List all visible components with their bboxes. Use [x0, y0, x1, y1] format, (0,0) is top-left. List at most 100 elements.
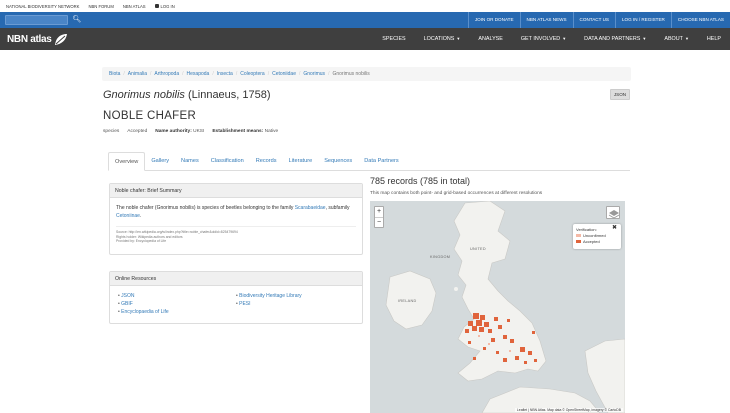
contact-link[interactable]: CONTACT US [572, 12, 615, 28]
nav-item-help[interactable]: HELP [698, 28, 730, 50]
breadcrumb-separator: / [123, 71, 125, 77]
json-button[interactable]: JSON [610, 89, 630, 100]
name-authority-label: Name authority: [155, 129, 192, 134]
legend-swatch-unconfirmed [576, 234, 581, 238]
occurrence-map[interactable]: KINGDOM IRELAND UNITED + − ✖ Verificatio… [370, 201, 625, 413]
nav-item-get-involved[interactable]: GET INVOLVED ▼ [512, 28, 575, 50]
summary-text-3: . [139, 213, 142, 219]
choose-atlas-link[interactable]: CHOOSE NBN ATLAS [670, 12, 730, 28]
summary-heading: Noble chafer: Brief Summary [110, 184, 362, 198]
legend-close-icon[interactable]: ✖ [612, 225, 617, 231]
tab-literature[interactable]: Literature [283, 152, 319, 171]
taxon-meta: species Accepted Name authority: UKSI Es… [103, 129, 278, 134]
resource-pesi-link[interactable]: PESI [239, 301, 250, 307]
zoom-in-button[interactable]: + [375, 207, 383, 217]
taxon-authority: (Linnaeus, 1758) [187, 89, 271, 101]
map-label-kingdom: KINGDOM [430, 255, 451, 259]
breadcrumb-item[interactable]: Insecta [217, 71, 233, 77]
breadcrumb-item[interactable]: Animalia [128, 71, 147, 77]
breadcrumb-item[interactable]: Gnorimus [303, 71, 325, 77]
page-title: Gnorimus nobilis (Linnaeus, 1758) [103, 89, 271, 101]
tab-classification[interactable]: Classification [205, 152, 250, 171]
nav-item-locations[interactable]: LOCATIONS ▼ [415, 28, 470, 50]
nav-item-about[interactable]: ABOUT ▼ [655, 28, 698, 50]
summary-text: The noble chafer (Gnorimus nobilis) is s… [110, 198, 362, 220]
nav-item-label: SPECIES [382, 36, 406, 42]
resource-gbif-link[interactable]: GBIF [121, 301, 133, 307]
online-resources-panel: Online Resources JSON GBIF Encyclopaedia… [109, 271, 363, 324]
breadcrumb-item[interactable]: Biota [109, 71, 120, 77]
search-box [5, 15, 68, 32]
breadcrumb-separator: / [182, 71, 184, 77]
layers-icon[interactable] [606, 206, 620, 219]
tab-records[interactable]: Records [250, 152, 283, 171]
search-icon[interactable]: 🔍︎ [72, 15, 82, 25]
resource-bhl-link[interactable]: Biodiversity Heritage Library [239, 293, 302, 299]
resource-eol-link[interactable]: Encyclopaedia of Life [121, 309, 169, 315]
login-register-link[interactable]: LOG IN / REGISTER [614, 12, 671, 28]
establishment-label: Establishment means: [212, 129, 264, 134]
map-legend: ✖ Verification: Unconfirmed Accepted [573, 224, 621, 249]
summary-source: Source: http://en.wikipedia.org/w/index.… [110, 227, 362, 247]
caret-down-icon: ▼ [684, 36, 689, 41]
top-link-nbn[interactable]: NATIONAL BIODIVERSITY NETWORK [6, 4, 79, 9]
legend-item-accepted: Accepted [576, 239, 618, 245]
tab-overview[interactable]: Overview [108, 152, 146, 171]
breadcrumb-separator: / [267, 71, 270, 77]
zoom-control: + − [374, 206, 384, 228]
tab-data-partners[interactable]: Data Partners [358, 152, 405, 171]
zoom-out-button[interactable]: − [375, 217, 383, 227]
legend-swatch-accepted [576, 240, 581, 244]
breadcrumb-separator: / [235, 71, 238, 77]
summary-text-1: The noble chafer (Gnorimus nobilis) is s… [116, 205, 295, 211]
breadcrumb: Biota / Animalia / Arthropoda / Hexapoda / Insec… [102, 67, 631, 81]
nav-item-species[interactable]: SPECIES [373, 28, 414, 50]
map-attribution: Leaflet | NBN Atlas. Map data © OpenStre… [514, 408, 623, 412]
resource-json-link[interactable]: JSON [121, 293, 134, 299]
species-tabs: Overview Gallery Names Classification Record… [108, 152, 630, 171]
caret-down-icon: ▼ [456, 36, 461, 41]
nav-item-data-and-partners[interactable]: DATA AND PARTNERS ▼ [575, 28, 655, 50]
legend-label-accepted: Accepted [583, 239, 600, 244]
breadcrumb-separator: / [298, 71, 301, 77]
news-link[interactable]: NBN ATLAS NEWS [519, 12, 573, 28]
nav-items: SPECIES LOCATIONS ▼ ANALYSE GET INVOLVED ▼ DAT… [373, 28, 730, 50]
nbn-atlas-logo[interactable]: NBN atlas [7, 32, 68, 46]
breadcrumb-separator: / [328, 71, 330, 77]
tab-sequences[interactable]: Sequences [318, 152, 358, 171]
logo-text: NBN atlas [7, 33, 52, 45]
taxon-rank: species [103, 129, 120, 134]
tab-names[interactable]: Names [175, 152, 205, 171]
subfamily-link[interactable]: Cetoniinae [116, 213, 140, 219]
map-label-united: UNITED [470, 247, 486, 251]
resources-list: JSON GBIF Encyclopaedia of Life Biodiver… [110, 286, 362, 322]
breadcrumb-item[interactable]: Cetoniidae [272, 71, 296, 77]
nav-item-label: LOCATIONS [423, 36, 455, 42]
map-label-ireland: IRELAND [398, 299, 417, 303]
top-link-forum[interactable]: NBN FORUM [88, 4, 113, 9]
resources-heading: Online Resources [110, 272, 362, 286]
main-nav: NBN atlas SPECIES LOCATIONS ▼ ANALYSE GET IN… [0, 28, 730, 50]
family-link[interactable]: Scarabaeidae [295, 205, 326, 211]
taxon-status: Accepted [127, 129, 148, 134]
top-link-login-label: LOG IN [160, 3, 175, 9]
summary-text-2: , subfamily [325, 205, 350, 211]
legend-label-unconfirmed: Unconfirmed [583, 233, 606, 238]
name-authority: Name authority: UKSI [155, 129, 204, 134]
breadcrumb-item[interactable]: Hexapoda [187, 71, 210, 77]
resources-col-1: JSON GBIF Encyclopaedia of Life [118, 292, 236, 316]
breadcrumb-item[interactable]: Arthropoda [154, 71, 179, 77]
utility-links: JOIN OR DONATE NBN ATLAS NEWS CONTACT US… [467, 12, 730, 28]
nav-item-label: ABOUT [664, 36, 683, 42]
leaf-icon [54, 33, 67, 45]
breadcrumb-item[interactable]: Coleoptera [240, 71, 264, 77]
records-title: 785 records (785 in total) [370, 176, 471, 186]
tab-gallery[interactable]: Gallery [145, 152, 175, 171]
summary-panel: Noble chafer: Brief Summary The noble ch… [109, 183, 363, 255]
utility-bar: 🔍︎ JOIN OR DONATE NBN ATLAS NEWS CONTACT… [0, 12, 730, 32]
nav-item-analyse[interactable]: ANALYSE [469, 28, 511, 50]
caret-down-icon: ▼ [562, 36, 567, 41]
top-link-atlas[interactable]: NBN ATLAS [123, 4, 146, 9]
join-donate-link[interactable]: JOIN OR DONATE [467, 12, 520, 28]
top-link-login[interactable]: LOG IN [154, 3, 175, 9]
